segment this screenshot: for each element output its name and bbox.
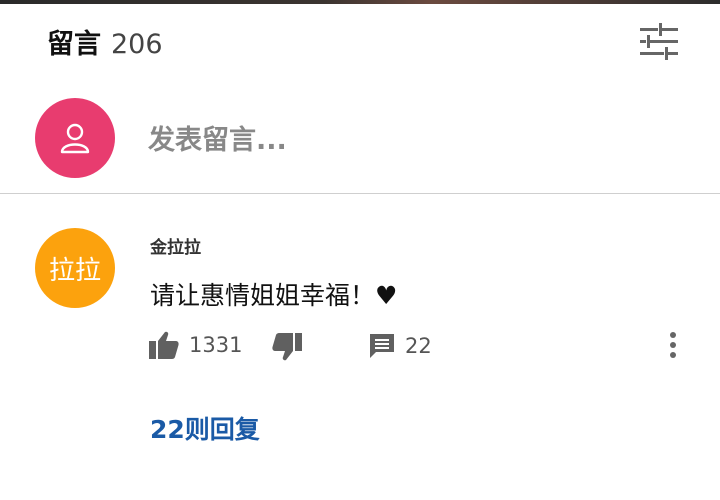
- more-vertical-icon: [670, 332, 676, 358]
- like-count: 1331: [189, 333, 243, 357]
- more-options-button[interactable]: [660, 330, 686, 360]
- add-comment-input[interactable]: 发表留言...: [148, 118, 287, 157]
- reply-count: 22: [405, 334, 432, 358]
- video-preview-strip: [0, 0, 720, 4]
- divider: [0, 193, 720, 194]
- comments-count: 206: [111, 29, 163, 60]
- commenter-avatar[interactable]: 拉拉: [35, 228, 115, 308]
- view-replies-link[interactable]: 22则回复: [150, 410, 260, 446]
- comments-header: 留言 206: [47, 22, 163, 61]
- comment-icon: [370, 334, 394, 358]
- sliders-icon: [640, 23, 678, 60]
- comments-title: 留言: [47, 29, 101, 60]
- dislike-button[interactable]: [271, 332, 303, 362]
- reply-button[interactable]: 22: [368, 332, 432, 360]
- comment-text: 请让惠情姐姐幸福！♥: [150, 281, 398, 310]
- thumbs-down-icon: [272, 333, 302, 361]
- like-button[interactable]: 1331: [148, 330, 242, 360]
- thumbs-up-icon: [149, 331, 179, 359]
- user-icon: [60, 123, 90, 154]
- sort-filter-button[interactable]: [634, 20, 682, 64]
- current-user-avatar: [35, 98, 115, 178]
- comment-author[interactable]: 金拉拉: [150, 233, 201, 258]
